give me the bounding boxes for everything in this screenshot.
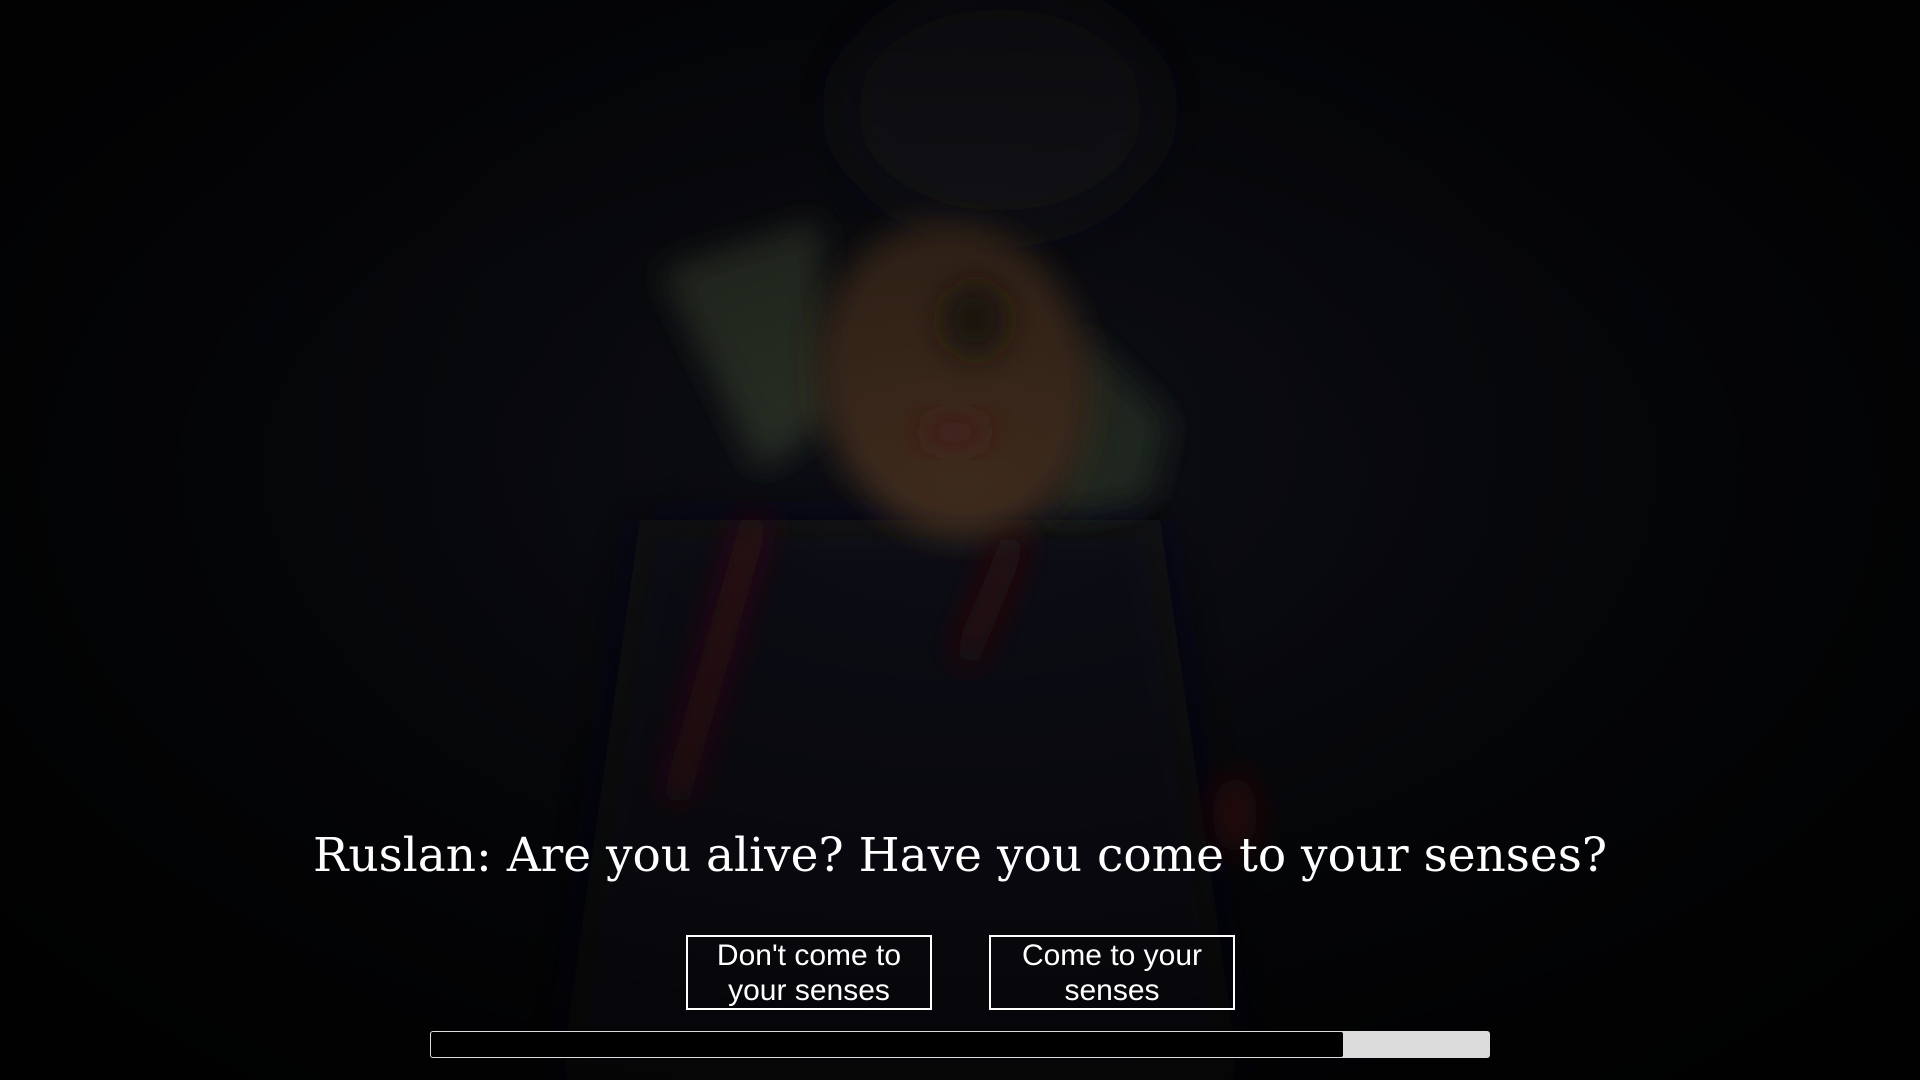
choice-timer-bar [430,1031,1490,1058]
dialogue-line: Ruslan: Are you alive? Have you come to … [312,828,1608,883]
blurred-character-portrait-icon [0,0,1920,1080]
choice-list: Don't come to your senses Come to your s… [0,935,1920,1010]
choice-timer-fill [431,1032,1343,1057]
choice-button-come-to-senses[interactable]: Come to your senses [989,935,1235,1010]
game-stage: Ruslan: Are you alive? Have you come to … [0,0,1920,1080]
choice-button-dont-come-to-senses[interactable]: Don't come to your senses [686,935,932,1010]
choice-label: Come to your senses [1021,938,1203,1007]
choice-label: Don't come to your senses [716,938,902,1007]
